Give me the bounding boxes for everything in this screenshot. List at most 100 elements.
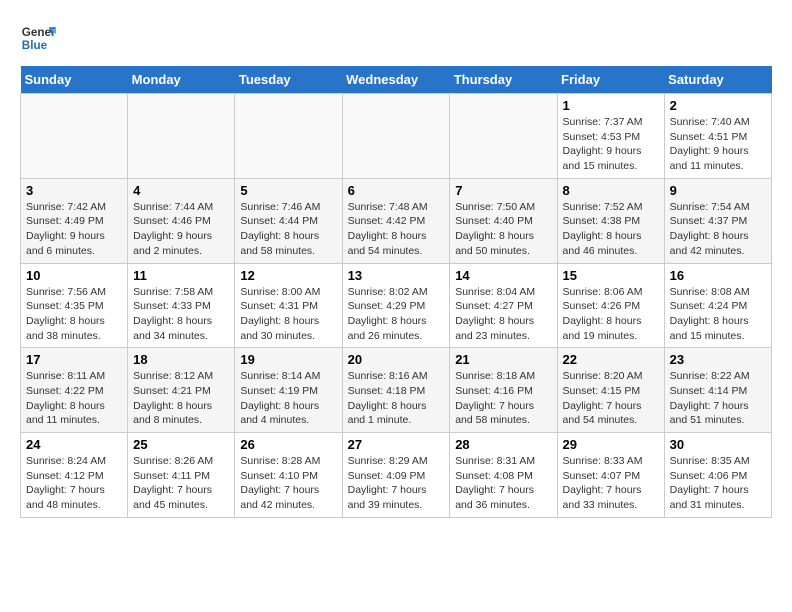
day-number: 1	[563, 98, 659, 113]
day-detail: Sunrise: 8:35 AM Sunset: 4:06 PM Dayligh…	[670, 454, 766, 513]
day-cell: 18 Sunrise: 8:12 AM Sunset: 4:21 PM Dayli…	[128, 348, 235, 433]
day-cell: 17Sunrise: 8:11 AM Sunset: 4:22 PM Dayli…	[21, 348, 128, 433]
day-number: 6	[348, 183, 445, 198]
day-detail: Sunrise: 8:31 AM Sunset: 4:08 PM Dayligh…	[455, 454, 551, 513]
day-cell: 25Sunrise: 8:26 AM Sunset: 4:11 PM Dayli…	[128, 433, 235, 518]
day-detail: Sunrise: 7:52 AM Sunset: 4:38 PM Dayligh…	[563, 200, 659, 259]
day-detail: Sunrise: 8:16 AM Sunset: 4:18 PM Dayligh…	[348, 369, 445, 428]
day-cell	[342, 94, 450, 179]
day-detail: Sunrise: 8:11 AM Sunset: 4:22 PM Dayligh…	[26, 369, 122, 428]
day-detail: Sunrise: 7:42 AM Sunset: 4:49 PM Dayligh…	[26, 200, 122, 259]
day-number: 20	[348, 352, 445, 367]
day-number: 4	[133, 183, 229, 198]
day-cell	[235, 94, 342, 179]
col-header-tuesday: Tuesday	[235, 66, 342, 94]
day-detail: Sunrise: 8:12 AM Sunset: 4:21 PM Dayligh…	[133, 369, 229, 428]
day-number: 26	[240, 437, 336, 452]
col-header-monday: Monday	[128, 66, 235, 94]
day-cell: 24 Sunrise: 8:24 AM Sunset: 4:12 PM Dayli…	[21, 433, 128, 518]
week-row-3: 10Sunrise: 7:56 AM Sunset: 4:35 PM Dayli…	[21, 263, 772, 348]
day-number: 5	[240, 183, 336, 198]
day-number: 13	[348, 268, 445, 283]
day-cell: 28 Sunrise: 8:31 AM Sunset: 4:08 PM Dayli…	[450, 433, 557, 518]
logo-icon: General Blue	[20, 20, 56, 56]
day-cell: 14 Sunrise: 8:04 AM Sunset: 4:27 PM Dayli…	[450, 263, 557, 348]
day-cell: 29 Sunrise: 8:33 AM Sunset: 4:07 PM Dayli…	[557, 433, 664, 518]
day-number: 30	[670, 437, 766, 452]
day-detail: Sunrise: 7:46 AM Sunset: 4:44 PM Dayligh…	[240, 200, 336, 259]
day-number: 22	[563, 352, 659, 367]
day-cell: 1 Sunrise: 7:37 AM Sunset: 4:53 PM Daylig…	[557, 94, 664, 179]
day-cell: 30 Sunrise: 8:35 AM Sunset: 4:06 PM Dayli…	[664, 433, 771, 518]
col-header-friday: Friday	[557, 66, 664, 94]
day-cell: 5 Sunrise: 7:46 AM Sunset: 4:44 PM Daylig…	[235, 178, 342, 263]
day-cell: 12 Sunrise: 8:00 AM Sunset: 4:31 PM Dayli…	[235, 263, 342, 348]
day-detail: Sunrise: 8:20 AM Sunset: 4:15 PM Dayligh…	[563, 369, 659, 428]
day-number: 24	[26, 437, 122, 452]
day-detail: Sunrise: 8:24 AM Sunset: 4:12 PM Dayligh…	[26, 454, 122, 513]
day-cell: 27 Sunrise: 8:29 AM Sunset: 4:09 PM Dayli…	[342, 433, 450, 518]
day-cell: 13 Sunrise: 8:02 AM Sunset: 4:29 PM Dayli…	[342, 263, 450, 348]
svg-text:Blue: Blue	[22, 39, 48, 52]
day-cell: 6 Sunrise: 7:48 AM Sunset: 4:42 PM Daylig…	[342, 178, 450, 263]
day-number: 11	[133, 268, 229, 283]
day-detail: Sunrise: 8:26 AM Sunset: 4:11 PM Dayligh…	[133, 454, 229, 513]
day-number: 15	[563, 268, 659, 283]
day-number: 9	[670, 183, 766, 198]
day-number: 28	[455, 437, 551, 452]
day-number: 3	[26, 183, 122, 198]
day-number: 2	[670, 98, 766, 113]
day-cell: 20 Sunrise: 8:16 AM Sunset: 4:18 PM Dayli…	[342, 348, 450, 433]
day-number: 18	[133, 352, 229, 367]
day-detail: Sunrise: 7:37 AM Sunset: 4:53 PM Dayligh…	[563, 115, 659, 174]
day-detail: Sunrise: 7:48 AM Sunset: 4:42 PM Dayligh…	[348, 200, 445, 259]
week-row-1: 1 Sunrise: 7:37 AM Sunset: 4:53 PM Daylig…	[21, 94, 772, 179]
day-cell: 22 Sunrise: 8:20 AM Sunset: 4:15 PM Dayli…	[557, 348, 664, 433]
logo: General Blue	[20, 20, 56, 56]
day-cell: 26 Sunrise: 8:28 AM Sunset: 4:10 PM Dayli…	[235, 433, 342, 518]
day-detail: Sunrise: 7:58 AM Sunset: 4:33 PM Dayligh…	[133, 285, 229, 344]
col-header-wednesday: Wednesday	[342, 66, 450, 94]
day-detail: Sunrise: 8:08 AM Sunset: 4:24 PM Dayligh…	[670, 285, 766, 344]
day-number: 27	[348, 437, 445, 452]
day-cell: 9 Sunrise: 7:54 AM Sunset: 4:37 PM Daylig…	[664, 178, 771, 263]
day-number: 14	[455, 268, 551, 283]
day-detail: Sunrise: 8:29 AM Sunset: 4:09 PM Dayligh…	[348, 454, 445, 513]
day-detail: Sunrise: 7:40 AM Sunset: 4:51 PM Dayligh…	[670, 115, 766, 174]
col-header-thursday: Thursday	[450, 66, 557, 94]
day-detail: Sunrise: 8:02 AM Sunset: 4:29 PM Dayligh…	[348, 285, 445, 344]
day-number: 8	[563, 183, 659, 198]
day-detail: Sunrise: 8:28 AM Sunset: 4:10 PM Dayligh…	[240, 454, 336, 513]
week-row-5: 24 Sunrise: 8:24 AM Sunset: 4:12 PM Dayli…	[21, 433, 772, 518]
day-cell: 11 Sunrise: 7:58 AM Sunset: 4:33 PM Dayli…	[128, 263, 235, 348]
week-row-4: 17Sunrise: 8:11 AM Sunset: 4:22 PM Dayli…	[21, 348, 772, 433]
day-number: 21	[455, 352, 551, 367]
day-number: 23	[670, 352, 766, 367]
day-cell: 16 Sunrise: 8:08 AM Sunset: 4:24 PM Dayli…	[664, 263, 771, 348]
day-detail: Sunrise: 8:00 AM Sunset: 4:31 PM Dayligh…	[240, 285, 336, 344]
page-header: General Blue	[20, 20, 772, 56]
day-number: 16	[670, 268, 766, 283]
day-cell	[128, 94, 235, 179]
day-detail: Sunrise: 8:18 AM Sunset: 4:16 PM Dayligh…	[455, 369, 551, 428]
day-cell: 7Sunrise: 7:50 AM Sunset: 4:40 PM Daylig…	[450, 178, 557, 263]
day-number: 29	[563, 437, 659, 452]
day-detail: Sunrise: 8:04 AM Sunset: 4:27 PM Dayligh…	[455, 285, 551, 344]
day-cell	[21, 94, 128, 179]
day-detail: Sunrise: 7:54 AM Sunset: 4:37 PM Dayligh…	[670, 200, 766, 259]
day-cell: 10Sunrise: 7:56 AM Sunset: 4:35 PM Dayli…	[21, 263, 128, 348]
day-cell	[450, 94, 557, 179]
week-row-2: 3 Sunrise: 7:42 AM Sunset: 4:49 PM Daylig…	[21, 178, 772, 263]
calendar-table: SundayMondayTuesdayWednesdayThursdayFrid…	[20, 66, 772, 518]
day-cell: 4Sunrise: 7:44 AM Sunset: 4:46 PM Daylig…	[128, 178, 235, 263]
day-detail: Sunrise: 8:33 AM Sunset: 4:07 PM Dayligh…	[563, 454, 659, 513]
col-header-sunday: Sunday	[21, 66, 128, 94]
day-number: 7	[455, 183, 551, 198]
day-cell: 23Sunrise: 8:22 AM Sunset: 4:14 PM Dayli…	[664, 348, 771, 433]
day-detail: Sunrise: 7:56 AM Sunset: 4:35 PM Dayligh…	[26, 285, 122, 344]
day-cell: 8 Sunrise: 7:52 AM Sunset: 4:38 PM Daylig…	[557, 178, 664, 263]
day-number: 12	[240, 268, 336, 283]
day-cell: 3 Sunrise: 7:42 AM Sunset: 4:49 PM Daylig…	[21, 178, 128, 263]
day-cell: 19Sunrise: 8:14 AM Sunset: 4:19 PM Dayli…	[235, 348, 342, 433]
day-detail: Sunrise: 8:06 AM Sunset: 4:26 PM Dayligh…	[563, 285, 659, 344]
